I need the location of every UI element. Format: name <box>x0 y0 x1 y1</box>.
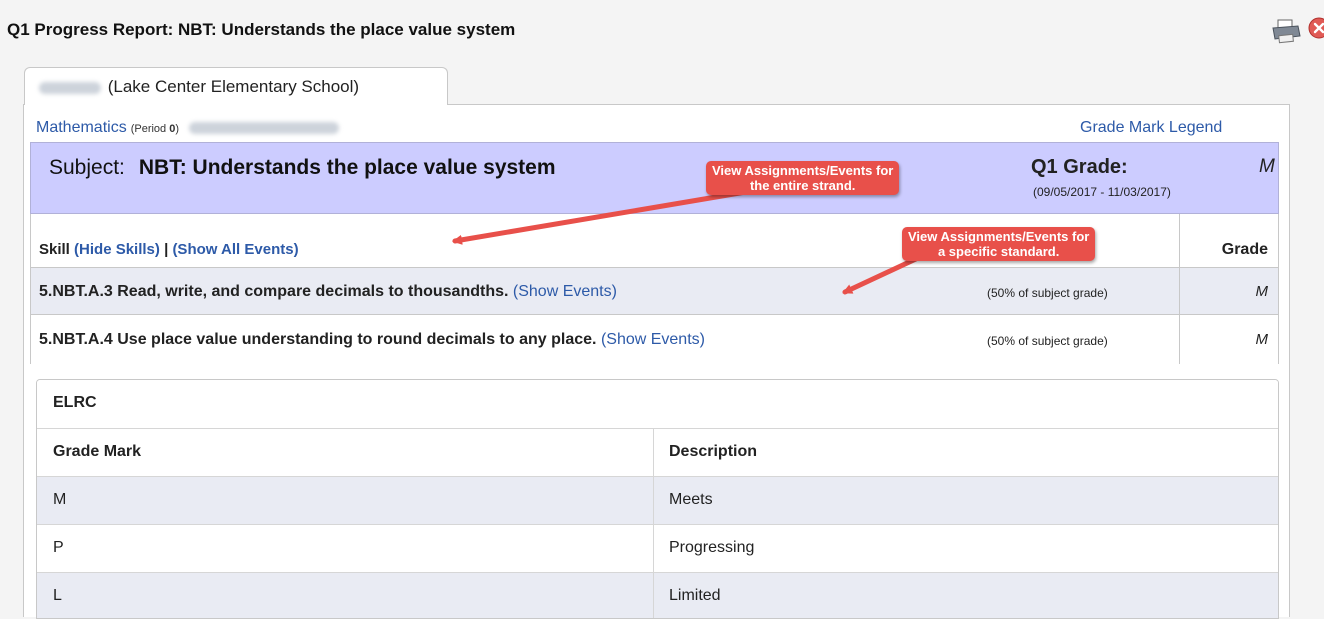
subject-band: Subject: NBT: Understands the place value… <box>30 142 1279 214</box>
school-tab-label: (Lake Center Elementary School) <box>107 77 360 96</box>
strand-callout: View Assignments/Events for the entire s… <box>706 161 900 195</box>
printer-icon[interactable] <box>1270 18 1302 44</box>
school-tab[interactable]: (Lake Center Elementary School) <box>24 67 448 105</box>
grading-period-dates: (09/05/2017 - 11/03/2017) <box>1033 185 1171 199</box>
subject-weight: (50% of subject grade) <box>987 334 1108 348</box>
skill-row: 5.NBT.A.3 Read, write, and compare decim… <box>31 268 1278 315</box>
window-title: Q1 Progress Report: NBT: Understands the… <box>7 20 516 39</box>
column-divider <box>653 477 654 524</box>
column-divider <box>653 525 654 572</box>
show-events-link[interactable]: (Show Events) <box>513 283 617 300</box>
q1-grade-value: M <box>1259 156 1275 177</box>
grade-column-header: Grade <box>1221 241 1268 258</box>
course-link[interactable]: Mathematics <box>36 119 127 136</box>
grade-mark-legend-link[interactable]: Grade Mark Legend <box>1080 119 1222 137</box>
column-divider <box>653 429 654 476</box>
hide-skills-link[interactable]: (Hide Skills) <box>74 241 160 258</box>
grade-mark-legend-table: ELRC Grade Mark Description M Meets P Pr… <box>36 379 1279 619</box>
skill-grade: M <box>1255 283 1269 300</box>
standard-callout: View Assignments/Events for a specific s… <box>902 227 1096 261</box>
skill-header-label: Skill <box>39 241 70 258</box>
show-events-link[interactable]: (Show Events) <box>601 331 705 348</box>
legend-row: L Limited <box>37 572 1278 618</box>
grade-cell <box>1179 315 1180 364</box>
grade-mark-column-header: Grade Mark <box>53 443 142 460</box>
skill-standard: 5.NBT.A.4 Use place value understanding … <box>39 331 705 349</box>
course-row: Mathematics (Period 0) <box>36 119 341 137</box>
subject-weight: (50% of subject grade) <box>987 286 1108 300</box>
teacher-name-redacted <box>189 121 340 134</box>
legend-header-row: Grade Mark Description <box>37 428 1278 476</box>
legend-row: M Meets <box>37 476 1278 524</box>
show-all-events-link[interactable]: (Show All Events) <box>172 241 298 258</box>
grade-description: Progressing <box>669 539 755 556</box>
grade-description: Meets <box>669 491 713 508</box>
grade-mark: L <box>53 587 62 604</box>
strand-callout-line1: View Assignments/Events for <box>712 163 894 178</box>
legend-row: P Progressing <box>37 524 1278 572</box>
period-label: (Period <box>130 123 170 135</box>
skill-grade: M <box>1255 331 1269 348</box>
period-close: ) <box>175 123 180 135</box>
subject-name: NBT: Understands the place value system <box>138 156 556 179</box>
header-separator: | <box>164 241 169 258</box>
standard-text: 5.NBT.A.4 Use place value understanding … <box>39 331 597 348</box>
grade-mark: M <box>53 491 67 508</box>
standard-callout-line1: View Assignments/Events for <box>908 229 1090 244</box>
legend-title-row: ELRC <box>37 380 1278 428</box>
standard-text: 5.NBT.A.3 Read, write, and compare decim… <box>39 283 509 300</box>
period-info: (Period 0) <box>131 123 179 135</box>
skill-header: Skill (Hide Skills) | (Show All Events) <box>39 241 299 258</box>
legend-title: ELRC <box>53 394 97 411</box>
description-column-header: Description <box>669 443 758 460</box>
column-divider <box>653 573 654 618</box>
grade-description: Limited <box>669 587 721 604</box>
grade-cell <box>1179 268 1180 314</box>
subject-label: Subject: <box>49 156 125 179</box>
q1-grade-label: Q1 Grade: <box>1031 156 1128 178</box>
skill-row: 5.NBT.A.4 Use place value understanding … <box>31 315 1278 364</box>
strand-callout-line2: the entire strand. <box>749 178 856 193</box>
subject-heading: Subject: NBT: Understands the place value… <box>49 156 556 180</box>
grade-mark: P <box>53 539 64 556</box>
skill-standard: 5.NBT.A.3 Read, write, and compare decim… <box>39 283 617 301</box>
grade-header-cell <box>1179 214 1180 267</box>
standard-callout-line2: a specific standard. <box>937 244 1060 259</box>
student-name-redacted <box>39 81 101 94</box>
close-icon[interactable] <box>1308 17 1324 39</box>
